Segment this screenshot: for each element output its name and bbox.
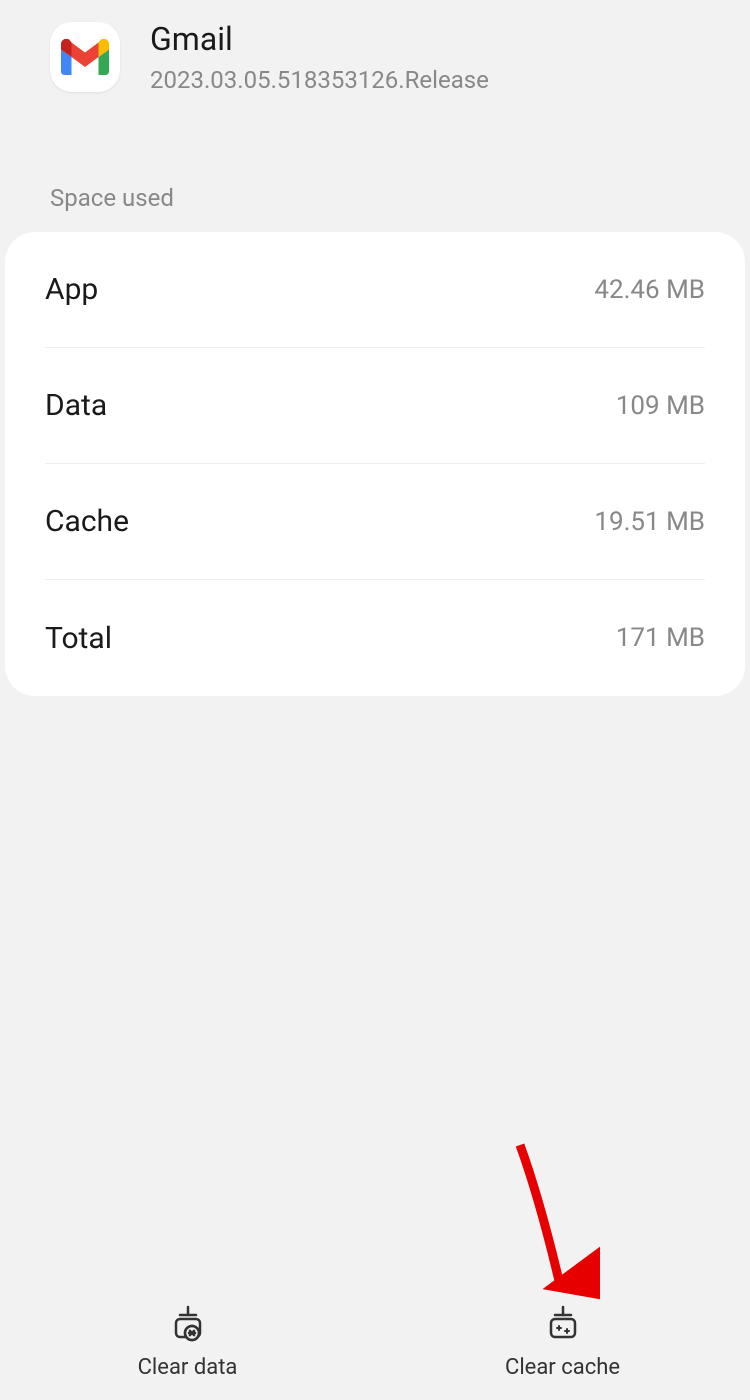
clear-cache-icon xyxy=(541,1301,585,1345)
storage-label: Data xyxy=(45,388,107,423)
storage-row-cache: Cache 19.51 MB xyxy=(45,464,705,580)
clear-data-icon xyxy=(166,1301,210,1345)
storage-label: Total xyxy=(45,621,112,656)
clear-cache-label: Clear cache xyxy=(505,1355,620,1380)
storage-value: 109 MB xyxy=(616,391,705,421)
storage-row-data: Data 109 MB xyxy=(45,348,705,464)
bottom-action-bar: Clear data Clear cache xyxy=(0,1280,750,1400)
storage-row-app: App 42.46 MB xyxy=(45,232,705,348)
clear-data-label: Clear data xyxy=(138,1355,238,1380)
section-title: Space used xyxy=(0,124,750,232)
clear-cache-button[interactable]: Clear cache xyxy=(375,1280,750,1400)
storage-value: 19.51 MB xyxy=(594,507,705,537)
storage-label: App xyxy=(45,272,98,307)
app-version: 2023.03.05.518353126.Release xyxy=(150,66,489,94)
storage-value: 42.46 MB xyxy=(594,275,705,305)
storage-row-total: Total 171 MB xyxy=(45,580,705,696)
storage-value: 171 MB xyxy=(616,623,705,653)
app-name: Gmail xyxy=(150,20,489,58)
storage-label: Cache xyxy=(45,504,129,539)
app-header: Gmail 2023.03.05.518353126.Release xyxy=(0,0,750,124)
gmail-icon xyxy=(50,22,120,92)
storage-card: App 42.46 MB Data 109 MB Cache 19.51 MB … xyxy=(5,232,745,696)
clear-data-button[interactable]: Clear data xyxy=(0,1280,375,1400)
app-info: Gmail 2023.03.05.518353126.Release xyxy=(150,20,489,94)
